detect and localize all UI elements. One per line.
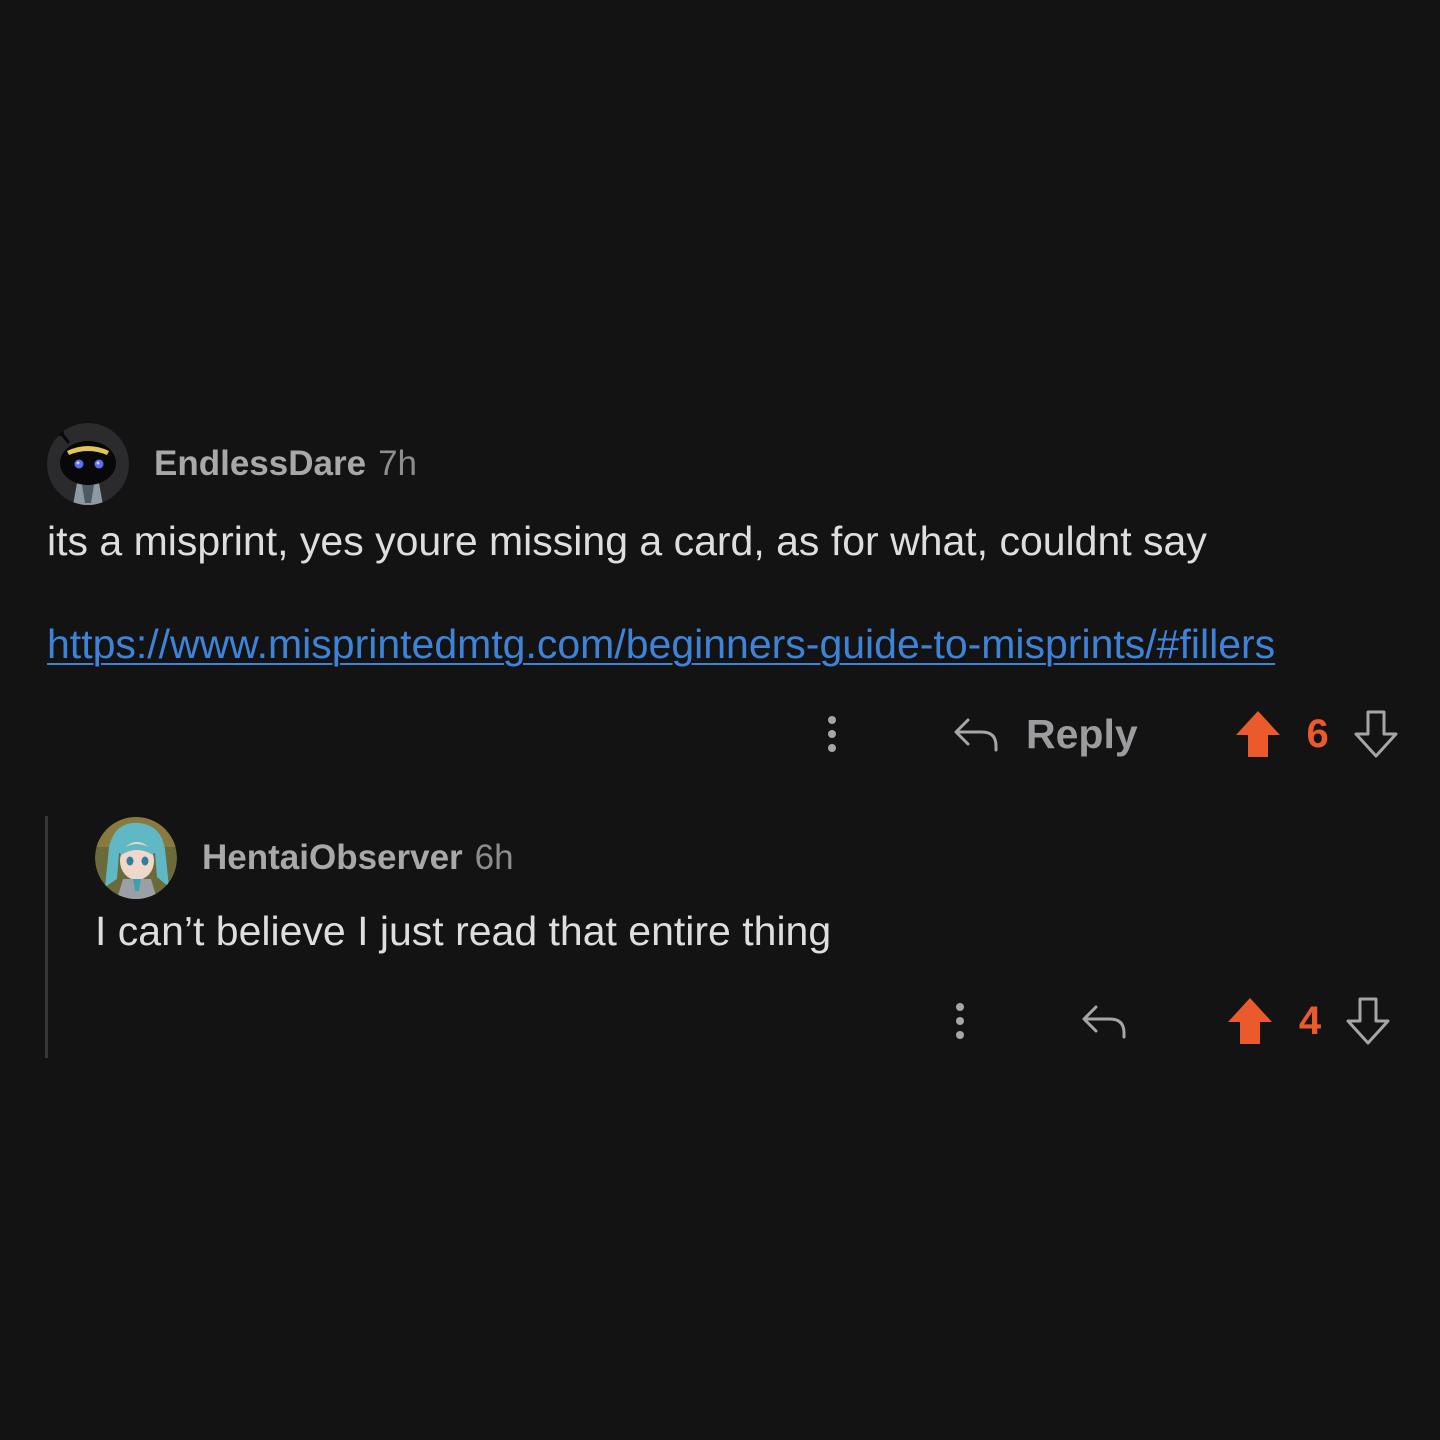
upvote-button[interactable] — [1226, 996, 1274, 1046]
thread-line[interactable] — [45, 816, 48, 1058]
comment-header: HentaiObserver 6h — [95, 816, 1395, 900]
downvote-button[interactable] — [1344, 996, 1392, 1046]
reply-arrow-icon — [952, 714, 1000, 754]
more-vertical-icon — [828, 716, 836, 752]
reply-comment: HentaiObserver 6h I can’t believe I just… — [95, 816, 1395, 956]
downvote-button[interactable] — [1352, 709, 1400, 759]
vote-count: 4 — [1298, 998, 1322, 1043]
comment: EndlessDare 7h its a misprint, yes youre… — [47, 422, 1407, 668]
comment-thread-screen: EndlessDare 7h its a misprint, yes youre… — [0, 0, 1440, 1440]
upvote-button[interactable] — [1234, 709, 1282, 759]
comment-link[interactable]: https://www.misprintedmtg.com/beginners-… — [47, 621, 1275, 668]
vote-count: 6 — [1306, 711, 1329, 756]
reply-button[interactable] — [1080, 1001, 1128, 1041]
username[interactable]: EndlessDare — [154, 444, 366, 484]
comment-actions: 4 — [940, 991, 1392, 1051]
more-options-button[interactable] — [812, 704, 852, 764]
more-vertical-icon — [956, 1003, 964, 1039]
comment-body: its a misprint, yes youre missing a card… — [47, 518, 1207, 564]
reply-button[interactable]: Reply — [952, 711, 1138, 758]
comment-actions: Reply 6 — [812, 704, 1400, 764]
user-avatar[interactable] — [95, 817, 177, 899]
username[interactable]: HentaiObserver — [202, 838, 463, 878]
more-options-button[interactable] — [940, 991, 980, 1051]
anime-character-avatar-icon — [95, 817, 177, 899]
user-avatar[interactable] — [47, 423, 129, 505]
reply-arrow-icon — [1082, 1005, 1126, 1039]
upvote-arrow-filled-icon — [1235, 711, 1280, 757]
comment-header: EndlessDare 7h — [47, 422, 1407, 506]
comment-body: I can’t believe I just read that entire … — [95, 908, 832, 954]
upvote-arrow-filled-icon — [1228, 998, 1272, 1044]
downvote-arrow-icon — [1354, 710, 1398, 758]
downvote-arrow-icon — [1346, 997, 1390, 1045]
reply-label: Reply — [1026, 710, 1138, 757]
timestamp: 6h — [474, 838, 514, 877]
timestamp: 7h — [378, 444, 417, 483]
snoo-avatar-icon — [47, 423, 129, 505]
